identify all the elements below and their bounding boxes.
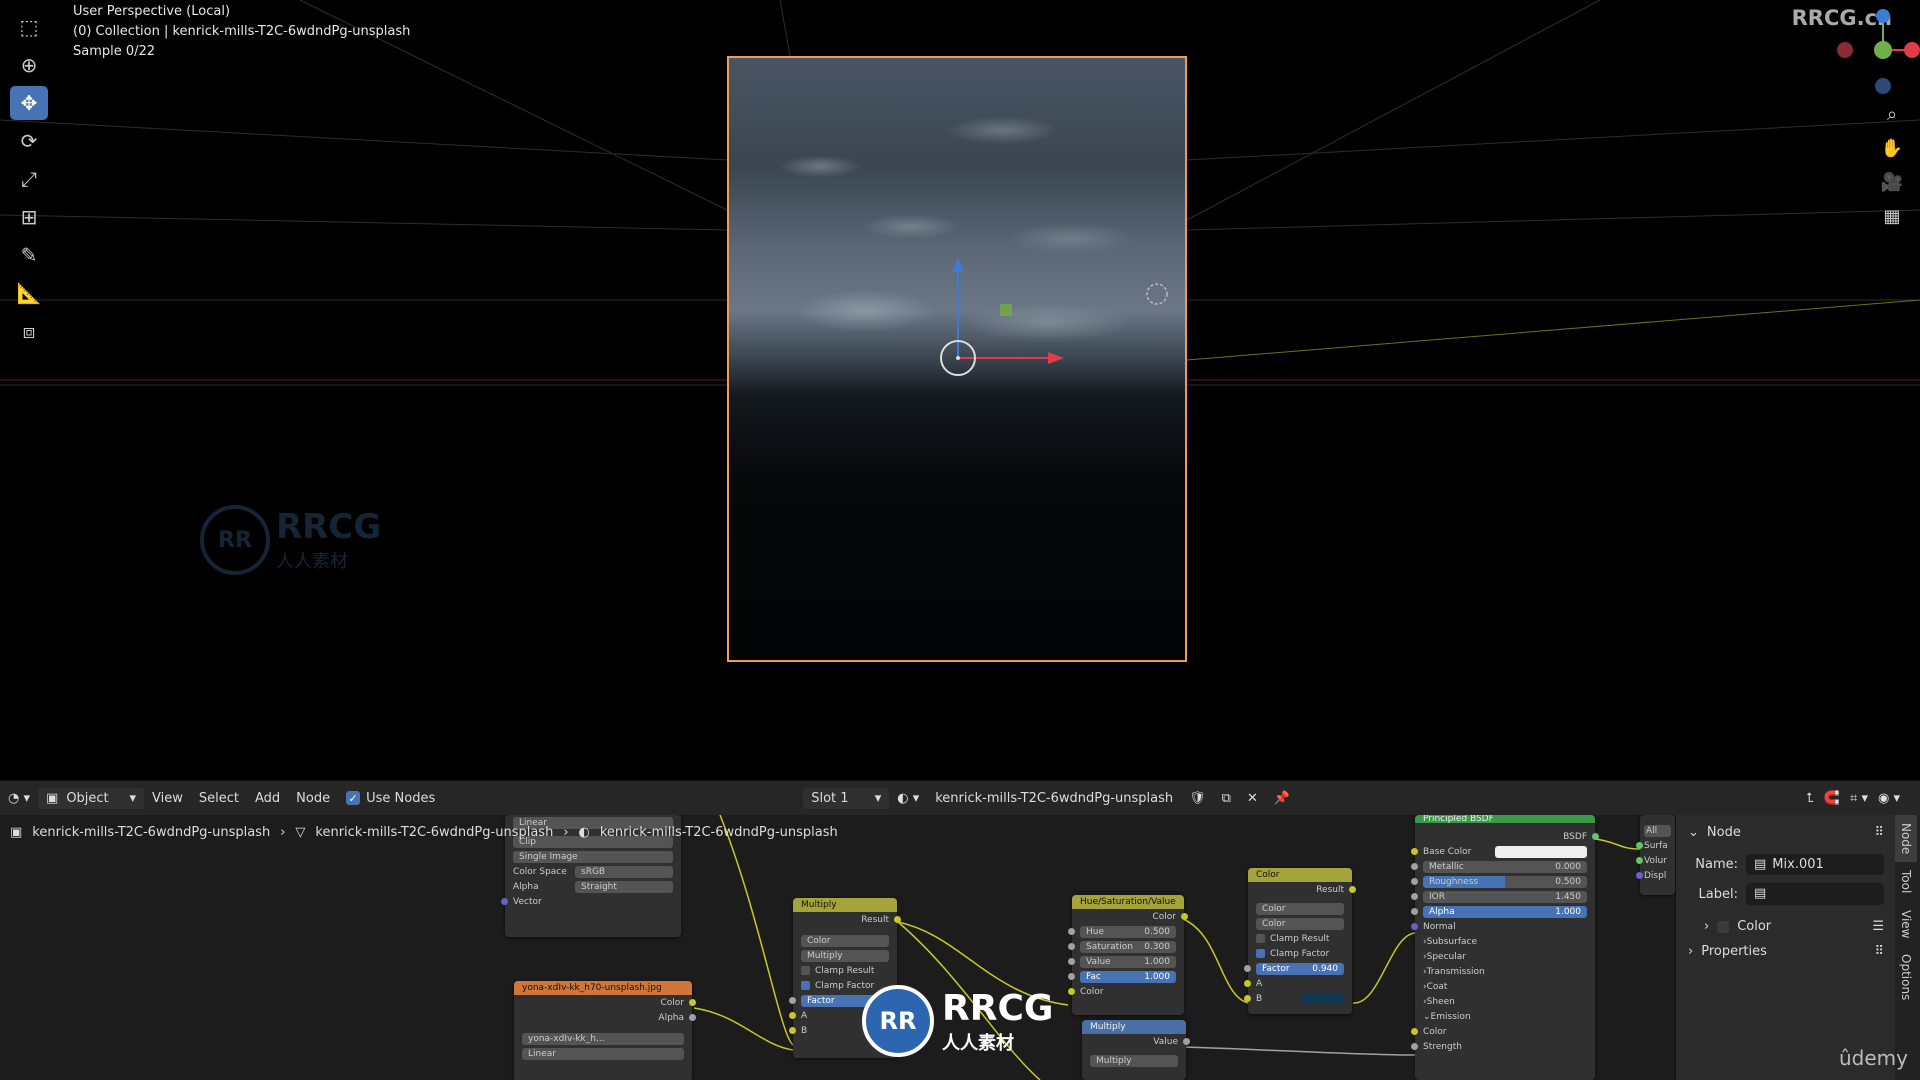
overlay-icon[interactable]: ◉ ▾	[1878, 791, 1900, 806]
tab-options[interactable]: Options	[1895, 946, 1917, 1008]
select-box-icon[interactable]: ⬚	[10, 10, 48, 44]
node-label-row: Label: ▤	[1676, 879, 1896, 909]
rotate-icon[interactable]: ⟳	[10, 124, 48, 158]
measure-icon[interactable]: 📐	[10, 276, 48, 310]
hue-saturation-value-node[interactable]: Hue/Saturation/Value Color Hue 0.500 Satu…	[1068, 895, 1188, 1015]
tab-tool[interactable]: Tool	[1895, 862, 1917, 901]
menu-select[interactable]: Select	[199, 791, 239, 806]
scale-icon[interactable]: ⤢	[10, 162, 48, 196]
editor-type-icon[interactable]: ◔ ▾	[8, 791, 30, 806]
checkmark-icon: ✓	[346, 791, 361, 805]
properties-subpanel[interactable]: › Properties ⠿	[1676, 938, 1896, 965]
principled-bsdf-node[interactable]: Principled BSDF BSDF Base Color Metallic…	[1411, 815, 1599, 1080]
sidebar-tabs: Node Tool View Options	[1895, 815, 1920, 1080]
mesh-icon: ▽	[295, 825, 306, 840]
object-mode-dropdown[interactable]: ▣ Object ▾	[38, 787, 145, 809]
annotate-icon[interactable]: ✎	[10, 238, 48, 272]
material-output-node[interactable]: All Surfa Volur Displ	[1636, 815, 1675, 895]
pan-hand-icon[interactable]: ✋	[1878, 134, 1906, 162]
base-color-swatch[interactable]	[1495, 845, 1587, 858]
menu-add[interactable]: Add	[255, 791, 280, 806]
material-icon: ◐	[578, 825, 590, 840]
node-name-row: Name: ▤ Mix.001	[1676, 850, 1896, 879]
tool-shelf: ⬚ ⊕ ✥ ⟳ ⤢ ⊞ ✎ 📐 ⧈	[8, 6, 54, 352]
transform-icon[interactable]: ⊞	[10, 200, 48, 234]
tab-node[interactable]: Node	[1895, 815, 1917, 863]
unlink-icon[interactable]: ✕	[1247, 791, 1258, 806]
node-name-field[interactable]: ▤ Mix.001	[1746, 854, 1884, 875]
chevron-right-icon: ›	[563, 825, 569, 840]
slot-dropdown[interactable]: Slot 1 ▾	[803, 787, 890, 809]
list-icon[interactable]: ☰	[1872, 919, 1884, 934]
image-plane[interactable]	[727, 56, 1187, 662]
image-texture-node-2[interactable]: yona-xdIv-kk_h70-unsplash.jpg Color Alph…	[514, 981, 696, 1080]
multiply-node-2[interactable]: Multiply Value Multiply	[1082, 1020, 1190, 1080]
3d-viewport[interactable]: User Perspective (Local) (0) Collection …	[0, 0, 1920, 780]
view-perspective-label: User Perspective (Local)	[73, 4, 231, 19]
snap-icon[interactable]: 🧲	[1824, 791, 1840, 806]
material-browse-icon[interactable]: ◐ ▾	[897, 791, 919, 806]
node-sidebar: ⌄ Node ⠿ Name: ▤ Mix.001 Label: ▤ › Color ☰…	[1675, 815, 1896, 1080]
use-nodes-checkbox[interactable]: ✓ Use Nodes	[346, 791, 435, 806]
tab-view[interactable]: View	[1895, 902, 1917, 946]
breadcrumb: ▣ kenrick-mills-T2C-6wdndPg-unsplash › ▽…	[10, 825, 838, 840]
move-icon[interactable]: ✥	[10, 86, 48, 120]
fake-user-icon[interactable]: 🛡	[1189, 791, 1206, 806]
duplicate-icon[interactable]: ⧉	[1222, 791, 1231, 806]
node-section-header[interactable]: ⌄ Node ⠿	[1676, 815, 1896, 850]
pin-icon[interactable]: 📌	[1274, 791, 1290, 806]
rrcg-logo-icon: RR	[862, 985, 934, 1057]
rrcg-watermark: RR RRCG 人人素材	[862, 985, 1053, 1057]
b-color-swatch[interactable]	[1302, 993, 1344, 1004]
cursor-icon[interactable]: ⊕	[10, 48, 48, 82]
camera-icon[interactable]: 🎥	[1878, 168, 1906, 196]
menu-view[interactable]: View	[152, 791, 183, 806]
zoom-icon[interactable]: ⌕	[1878, 100, 1906, 128]
color-checkbox[interactable]	[1717, 920, 1730, 933]
object-icon: ▣	[46, 790, 59, 806]
udemy-logo: ûdemy	[1839, 1046, 1908, 1070]
grid-view-icon[interactable]: ▦	[1878, 202, 1906, 230]
navigation-gizmo[interactable]	[1800, 0, 1920, 100]
node-editor-header: ◔ ▾ ▣ Object ▾ View Select Add Node ✓ Use…	[0, 780, 1920, 815]
material-name[interactable]: kenrick-mills-T2C-6wdndPg-unsplash	[935, 791, 1173, 806]
chevron-right-icon: ›	[280, 825, 286, 840]
sample-label: Sample 0/22	[73, 44, 156, 59]
node-icon: ▤	[1754, 886, 1767, 901]
mix-color-node[interactable]: Color Result Color Color Clamp Result Cl…	[1244, 868, 1356, 1014]
object-icon: ▣	[10, 825, 23, 840]
sky-image	[729, 58, 1185, 660]
add-cube-icon[interactable]: ⧈	[10, 314, 48, 348]
node-editor[interactable]: ▣ kenrick-mills-T2C-6wdndPg-unsplash › ▽…	[0, 815, 1675, 1080]
faded-watermark: RR RRCG 人人素材	[200, 505, 381, 575]
node-icon: ▤	[1754, 857, 1767, 872]
parent-node-icon[interactable]: ⮤	[1806, 791, 1814, 806]
node-label-field[interactable]: ▤	[1746, 883, 1884, 905]
menu-node[interactable]: Node	[296, 791, 330, 806]
collection-label: (0) Collection | kenrick-mills-T2C-6wdnd…	[73, 24, 411, 39]
color-subpanel[interactable]: › Color ☰	[1676, 909, 1896, 938]
snap-options-icon[interactable]: ⌗ ▾	[1850, 791, 1868, 806]
